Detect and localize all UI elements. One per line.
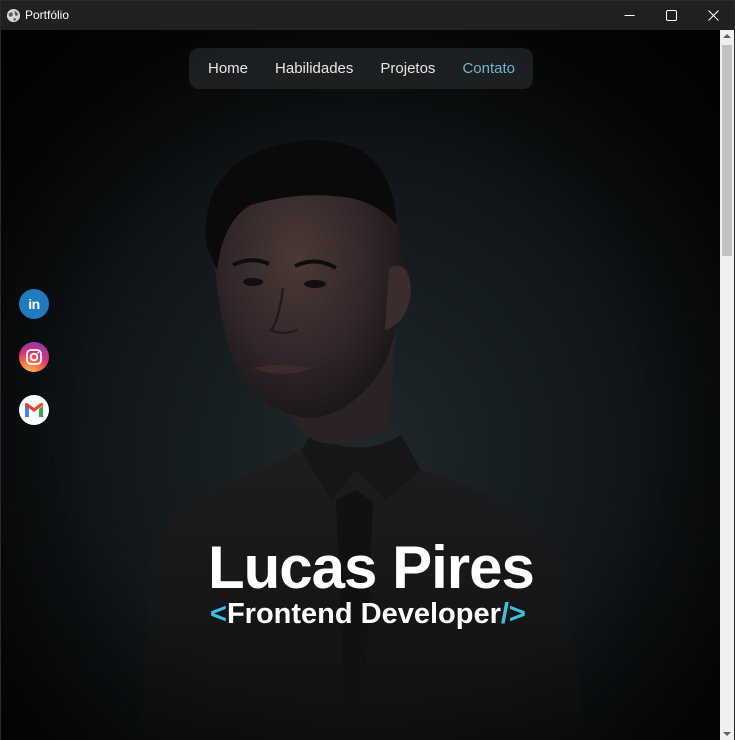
minimize-icon [624,15,634,16]
code-close-bracket: /> [500,598,526,630]
nav-habilidades[interactable]: Habilidades [275,60,353,77]
globe-icon [6,8,21,23]
close-button[interactable] [692,1,734,30]
instagram-icon [26,349,42,365]
gmail-icon [25,403,43,417]
gmail-link[interactable] [19,395,49,425]
hero-role: <Frontend Developer/> [210,596,526,632]
code-open-bracket: < [210,598,227,630]
title-bar[interactable]: Portfólio [1,1,734,30]
window-title: Portfólio [25,8,70,22]
portrait-photo [1,30,720,740]
scroll-up-arrow-icon[interactable] [723,33,731,39]
page-viewport: Home Habilidades Projetos Contato in Luc… [1,30,720,740]
vertical-scrollbar[interactable] [720,30,734,740]
minimize-button[interactable] [608,1,650,30]
hero-role-text: Frontend Developer [226,598,501,630]
browser-window: Portfólio Home Habilidades Projetos Cont… [0,0,735,740]
top-navigation: Home Habilidades Projetos Contato [189,48,533,89]
scroll-down-arrow-icon[interactable] [723,731,731,737]
linkedin-link[interactable]: in [19,289,49,319]
scroll-thumb[interactable] [722,45,732,256]
linkedin-icon: in [28,296,40,312]
nav-home[interactable]: Home [208,60,248,77]
instagram-link[interactable] [19,342,49,372]
maximize-button[interactable] [650,1,692,30]
nav-projetos[interactable]: Projetos [380,60,435,77]
hero-name: Lucas Pires [208,534,535,601]
maximize-icon [665,10,677,21]
close-icon [707,10,719,21]
nav-contato[interactable]: Contato [462,60,515,77]
